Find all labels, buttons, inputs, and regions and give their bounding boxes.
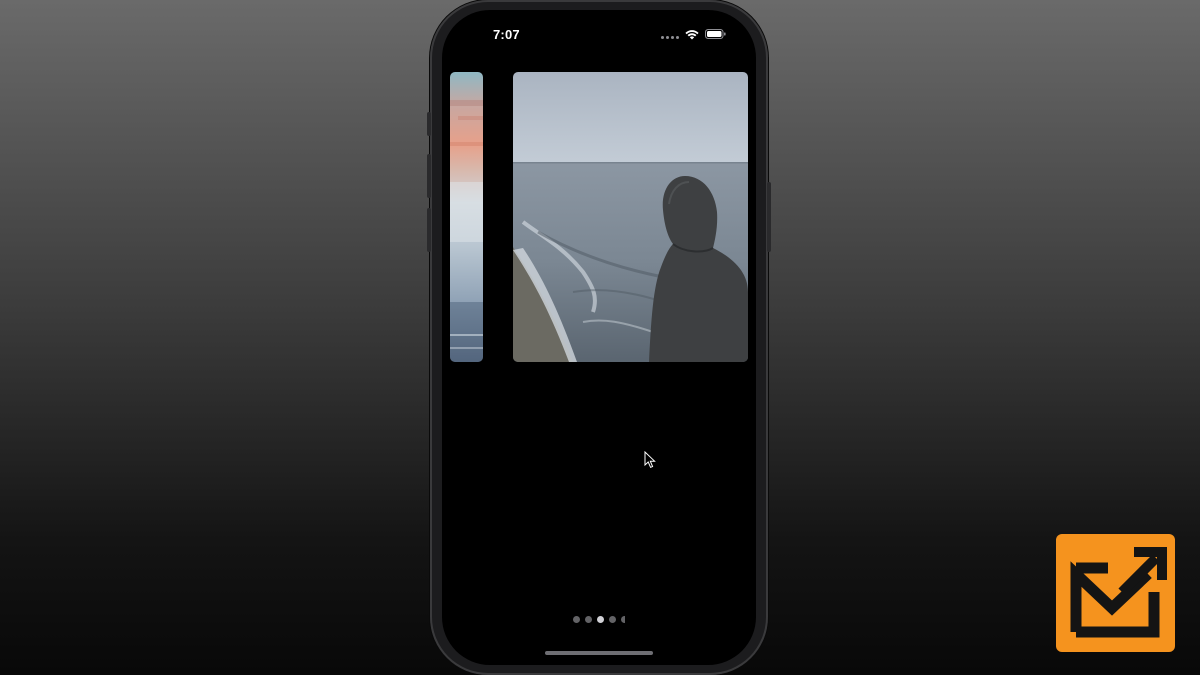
carousel-card-current[interactable] (513, 72, 748, 362)
page-dot-active[interactable] (597, 616, 604, 623)
carousel-card-previous[interactable] (450, 72, 483, 362)
brand-logo-icon (1070, 547, 1167, 638)
mouse-cursor-icon (644, 451, 656, 469)
power-button (767, 182, 771, 252)
home-indicator[interactable] (545, 651, 653, 655)
phone-screen: 7:07 (442, 10, 756, 665)
cellular-signal-icon (661, 29, 679, 39)
phone-mockup: 7:07 (427, 0, 771, 675)
status-bar: 7:07 (442, 10, 756, 56)
brand-logo (1056, 534, 1175, 652)
wifi-icon (685, 29, 699, 39)
status-time: 7:07 (493, 27, 520, 42)
status-icons (661, 28, 726, 40)
volume-down-button (427, 208, 431, 252)
page-indicator[interactable] (442, 616, 756, 623)
action-button (427, 112, 431, 136)
page-dot[interactable] (573, 616, 580, 623)
page-dot-partial[interactable] (621, 616, 625, 623)
hooded-person-at-shore-photo (513, 72, 748, 362)
page-dot[interactable] (609, 616, 616, 623)
page-dot[interactable] (585, 616, 592, 623)
sunset-beach-photo (450, 72, 483, 362)
video-frame: 7:07 (0, 0, 1200, 675)
volume-up-button (427, 154, 431, 198)
battery-icon (705, 29, 726, 39)
